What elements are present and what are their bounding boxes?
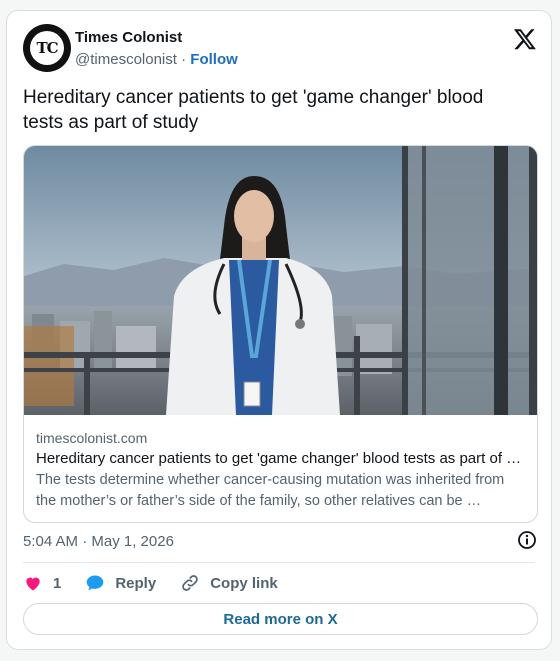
post-text: Hereditary cancer patients to get 'game …: [23, 87, 484, 133]
embedded-post-card: TC Times Colonist @timescolonist · Follo…: [6, 10, 552, 650]
reply-button[interactable]: Reply: [85, 573, 156, 593]
article-image[interactable]: [24, 146, 538, 415]
info-icon[interactable]: [517, 530, 537, 550]
link-icon: [182, 575, 198, 591]
link-preview-card[interactable]: timescolonist.com Hereditary cancer pati…: [23, 145, 538, 523]
divider: [23, 562, 535, 563]
link-description: The tests determine whether cancer-causi…: [36, 472, 505, 509]
copy-link-label: Copy link: [210, 574, 278, 592]
link-card-text: timescolonist.com Hereditary cancer pati…: [36, 430, 526, 512]
read-more-button[interactable]: Read more on X: [23, 603, 538, 635]
account-handle[interactable]: @timescolonist: [75, 51, 177, 68]
avatar[interactable]: TC: [23, 24, 71, 72]
account-name[interactable]: Times Colonist: [75, 29, 182, 46]
link-domain: timescolonist.com: [36, 430, 148, 446]
reply-label: Reply: [115, 574, 157, 592]
like-count: 1: [53, 574, 62, 592]
follow-button[interactable]: Follow: [190, 51, 238, 68]
avatar-initials: TC: [30, 31, 64, 65]
x-logo-icon[interactable]: [513, 27, 537, 51]
like-button[interactable]: 1: [23, 573, 61, 593]
handle-row: @timescolonist · Follow: [75, 51, 238, 68]
post-timestamp[interactable]: 5:04 AM · May 1, 2026: [23, 533, 174, 550]
separator-dot: ·: [181, 51, 187, 68]
reply-bubble-icon: [87, 575, 104, 591]
heart-icon: [26, 577, 40, 591]
copy-link-button[interactable]: Copy link: [180, 573, 278, 593]
action-bar: 1 Reply Copy link: [23, 573, 302, 593]
link-title: Hereditary cancer patients to get 'game …: [36, 450, 526, 467]
